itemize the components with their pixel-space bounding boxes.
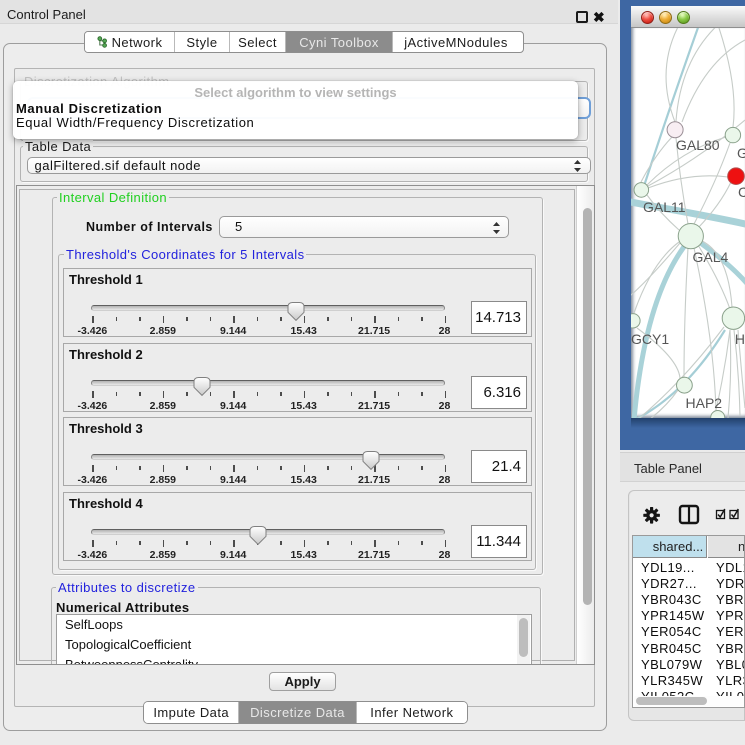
svg-text:H: H: [735, 331, 745, 347]
svg-text:GCY1: GCY1: [631, 331, 669, 347]
svg-text:C: C: [738, 184, 745, 200]
svg-text:GAL11: GAL11: [643, 199, 686, 215]
svg-text:GAL80: GAL80: [676, 137, 720, 153]
svg-text:GAL4: GAL4: [693, 249, 729, 265]
svg-text:G.: G.: [737, 145, 745, 161]
svg-text:HAP2: HAP2: [686, 395, 723, 411]
